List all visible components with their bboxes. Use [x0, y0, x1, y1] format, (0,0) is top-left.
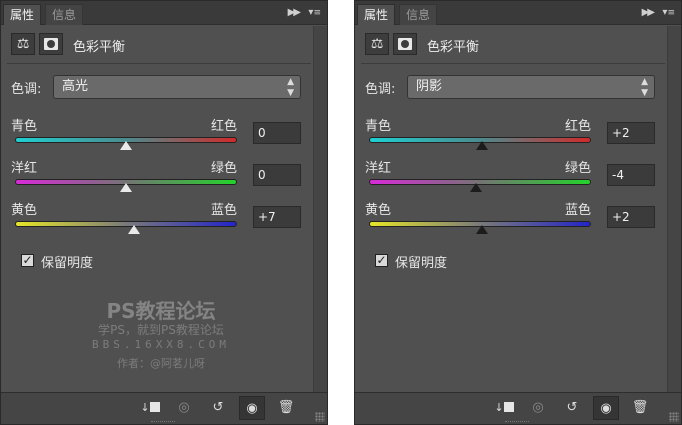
- watermark-url: BBS.16XX8.COM: [91, 338, 231, 351]
- properties-panel-highlights: 属性 信息 ▶▶ ▾≡ ⚖ 色彩平衡 色调: 高光 ▲ ▼ 青色 红色 0 洋红 …: [0, 0, 328, 425]
- magenta-green-value-input[interactable]: -4: [607, 164, 655, 186]
- bottom-toolbar: ↓ ◎ ↺ ◉ 🗑: [1, 392, 327, 424]
- watermark-author: 作者：@阿茗儿呀: [117, 357, 205, 370]
- adjustment-title: 色彩平衡: [73, 40, 126, 55]
- magenta-green-value-input[interactable]: 0: [253, 164, 301, 186]
- yellow-blue-value-input[interactable]: +2: [607, 206, 655, 228]
- slider-red-label: 红色: [210, 119, 237, 134]
- slider-cyan-label: 青色: [11, 119, 38, 134]
- panel-tabbar: 属性 信息 ▶▶ ▾≡: [355, 1, 681, 25]
- reset-icon[interactable]: ↺: [205, 396, 231, 420]
- yellow-blue-slider-track[interactable]: [15, 221, 237, 227]
- slider-cyan-label: 青色: [365, 119, 392, 134]
- tab-info[interactable]: 信息: [45, 4, 84, 25]
- layer-mask-icon[interactable]: [39, 33, 63, 55]
- slider-yellow-label: 黄色: [365, 203, 392, 218]
- preserve-luminosity-checkbox[interactable]: ✓: [375, 254, 388, 267]
- adjustment-title: 色彩平衡: [427, 40, 480, 55]
- yellow-blue-slider-thumb[interactable]: [476, 225, 489, 234]
- cyan-red-value-input[interactable]: 0: [253, 122, 301, 144]
- slider-blue-label: 蓝色: [564, 203, 591, 218]
- tone-select-value: 高光: [62, 79, 89, 94]
- tone-label: 色调:: [11, 82, 42, 97]
- divider: [7, 63, 311, 64]
- visibility-eye-icon[interactable]: ◉: [593, 396, 619, 420]
- panel-resize-grip[interactable]: [505, 421, 529, 424]
- preserve-luminosity-checkbox[interactable]: ✓: [21, 254, 34, 267]
- vertical-scrollbar[interactable]: [667, 26, 681, 392]
- magenta-green-slider-thumb[interactable]: [469, 183, 482, 192]
- tone-select[interactable]: 高光 ▲ ▼: [53, 75, 301, 99]
- visibility-eye-icon[interactable]: ◉: [239, 396, 265, 420]
- panel-menu-icon[interactable]: ▾≡: [662, 6, 675, 20]
- cyan-red-slider-thumb[interactable]: [120, 141, 132, 150]
- magenta-green-slider-thumb[interactable]: [120, 183, 132, 192]
- updown-arrow-icon: ▲ ▼: [641, 77, 648, 98]
- fast-forward-icon[interactable]: ▶▶: [288, 6, 301, 20]
- tab-properties[interactable]: 属性: [3, 4, 42, 25]
- slider-magenta-label: 洋红: [11, 161, 38, 176]
- updown-arrow-icon: ▲ ▼: [287, 77, 294, 98]
- slider-magenta-label: 洋红: [365, 161, 392, 176]
- tab-properties[interactable]: 属性: [357, 4, 396, 25]
- view-previous-state-icon[interactable]: ◎: [525, 396, 551, 420]
- tab-info[interactable]: 信息: [399, 4, 438, 25]
- resize-corner-icon[interactable]: [669, 412, 679, 422]
- slider-green-label: 绿色: [564, 161, 591, 176]
- tone-label: 色调:: [365, 82, 396, 97]
- panel-resize-grip[interactable]: [151, 421, 175, 424]
- slider-yellow-label: 黄色: [11, 203, 38, 218]
- tone-select[interactable]: 阴影 ▲ ▼: [407, 75, 655, 99]
- balance-scale-icon: ⚖: [365, 33, 389, 55]
- slider-red-label: 红色: [564, 119, 591, 134]
- watermark-slogan: 学PS，就到PS教程论坛: [98, 323, 224, 337]
- properties-panel-shadows: 属性 信息 ▶▶ ▾≡ ⚖ 色彩平衡 色调: 阴影 ▲ ▼ 青色 红色 +2 洋红…: [354, 0, 682, 425]
- tone-select-value: 阴影: [416, 79, 443, 94]
- trash-icon[interactable]: 🗑: [273, 396, 299, 420]
- clip-to-layer-icon[interactable]: ↓: [137, 396, 163, 420]
- resize-corner-icon[interactable]: [315, 412, 325, 422]
- yellow-blue-value-input[interactable]: +7: [253, 206, 301, 228]
- bottom-toolbar: ↓ ◎ ↺ ◉ 🗑: [355, 392, 681, 424]
- yellow-blue-slider-thumb[interactable]: [127, 225, 140, 234]
- reset-icon[interactable]: ↺: [559, 396, 585, 420]
- layer-mask-icon[interactable]: [393, 33, 417, 55]
- slider-green-label: 绿色: [210, 161, 237, 176]
- balance-scale-icon: ⚖: [11, 33, 35, 55]
- panel-tabbar: 属性 信息 ▶▶ ▾≡: [1, 1, 327, 25]
- clip-to-layer-icon[interactable]: ↓: [491, 396, 517, 420]
- cyan-red-slider-thumb[interactable]: [476, 141, 489, 150]
- fast-forward-icon[interactable]: ▶▶: [642, 6, 655, 20]
- divider: [361, 63, 665, 64]
- trash-icon[interactable]: 🗑: [627, 396, 653, 420]
- preserve-luminosity-label: 保留明度: [395, 256, 448, 271]
- slider-blue-label: 蓝色: [210, 203, 237, 218]
- cyan-red-value-input[interactable]: +2: [607, 122, 655, 144]
- panel-menu-icon[interactable]: ▾≡: [308, 6, 321, 20]
- preserve-luminosity-label: 保留明度: [41, 256, 94, 271]
- watermark-title: PS教程论坛: [106, 299, 216, 323]
- view-previous-state-icon[interactable]: ◎: [171, 396, 197, 420]
- vertical-scrollbar[interactable]: [313, 26, 327, 392]
